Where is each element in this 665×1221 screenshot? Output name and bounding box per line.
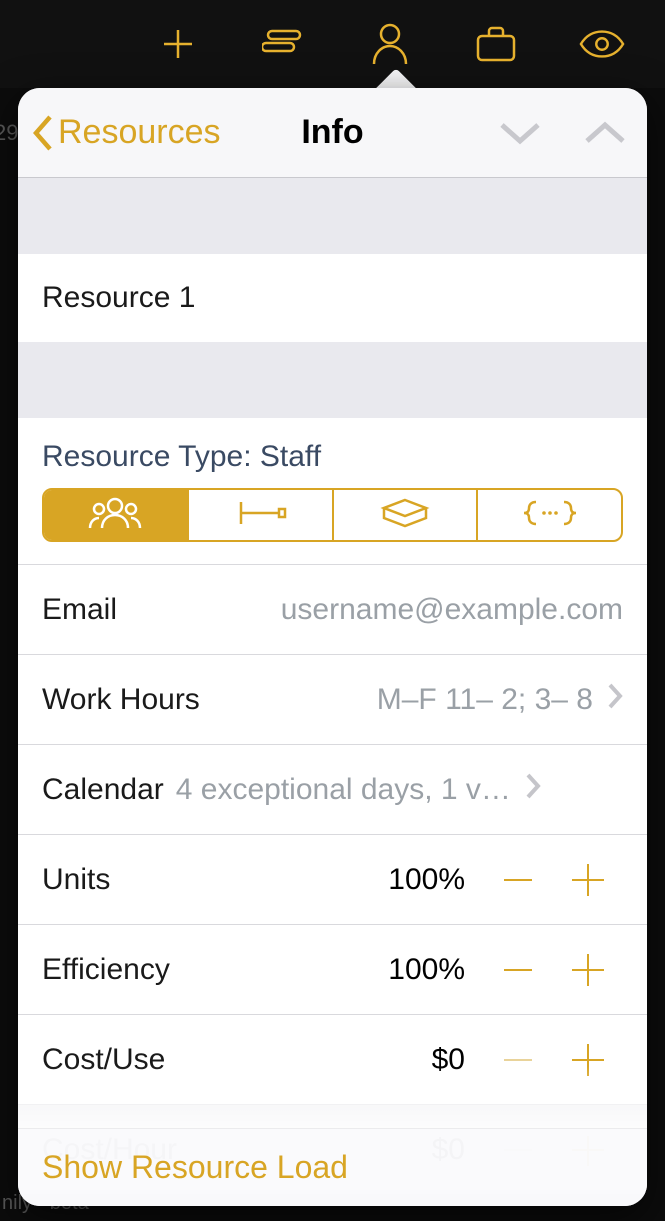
section-gap: [18, 178, 647, 254]
email-field[interactable]: [117, 593, 623, 627]
resource-name: Resource 1: [42, 281, 195, 315]
units-row: Units 100%: [18, 834, 647, 924]
calendar-row[interactable]: Calendar 4 exceptional days, 1 v…: [18, 744, 647, 834]
units-value: 100%: [388, 863, 465, 897]
segment-material[interactable]: [334, 490, 479, 540]
lines-icon[interactable]: [261, 21, 307, 67]
efficiency-stepper: [483, 925, 623, 1015]
back-button[interactable]: Resources: [18, 113, 221, 153]
chevron-right-icon: [525, 772, 541, 808]
segment-equipment[interactable]: [189, 490, 334, 540]
workhours-label: Work Hours: [42, 683, 200, 717]
section-gap: [18, 342, 647, 418]
braces-icon: [520, 498, 580, 533]
efficiency-label: Efficiency: [42, 953, 170, 987]
bg-number: 29: [0, 120, 18, 146]
efficiency-row: Efficiency 100%: [18, 924, 647, 1014]
popover-header: Resources Info: [18, 88, 647, 178]
segment-group[interactable]: [478, 490, 621, 540]
calendar-label: Calendar: [42, 773, 164, 807]
show-resource-load-button[interactable]: Show Resource Load: [42, 1149, 348, 1186]
prev-up-button[interactable]: [583, 88, 627, 178]
eye-icon[interactable]: [579, 21, 625, 67]
people-icon: [88, 496, 142, 535]
units-stepper: [483, 835, 623, 925]
units-increment[interactable]: [553, 835, 623, 925]
costuse-label: Cost/Use: [42, 1043, 165, 1077]
workhours-row[interactable]: Work Hours M–F 11– 2; 3– 8: [18, 654, 647, 744]
segment-staff[interactable]: [44, 490, 189, 540]
resource-type-label: Resource Type: Staff: [18, 418, 647, 488]
calendar-value: 4 exceptional days, 1 v…: [176, 773, 511, 807]
resource-name-cell[interactable]: Resource 1: [18, 254, 647, 342]
workhours-value: M–F 11– 2; 3– 8: [377, 683, 593, 717]
costuse-stepper: [483, 1015, 623, 1105]
costuse-decrement[interactable]: [483, 1015, 553, 1105]
content-scroll[interactable]: Resource 1 Resource Type: Staff: [18, 178, 647, 1206]
units-decrement[interactable]: [483, 835, 553, 925]
bottom-bar: Show Resource Load: [18, 1128, 647, 1206]
units-label: Units: [42, 863, 110, 897]
efficiency-value: 100%: [388, 953, 465, 987]
costuse-row: Cost/Use $0: [18, 1014, 647, 1104]
efficiency-decrement[interactable]: [483, 925, 553, 1015]
briefcase-icon[interactable]: [473, 21, 519, 67]
segmented-control-wrap: [18, 488, 647, 564]
costuse-increment[interactable]: [553, 1015, 623, 1105]
person-icon[interactable]: [367, 21, 413, 67]
chevron-right-icon: [607, 682, 623, 718]
email-label: Email: [42, 593, 117, 627]
box-icon: [378, 496, 432, 535]
next-down-button[interactable]: [498, 88, 542, 178]
back-label: Resources: [58, 113, 221, 152]
costuse-value: $0: [432, 1043, 465, 1077]
efficiency-increment[interactable]: [553, 925, 623, 1015]
email-row[interactable]: Email: [18, 564, 647, 654]
tool-icon: [233, 498, 287, 533]
info-popover: Resources Info Resource 1 Resource Type:…: [18, 88, 647, 1206]
plus-icon[interactable]: [155, 21, 201, 67]
resource-type-segmented: [42, 488, 623, 542]
top-toolbar: [0, 0, 665, 88]
